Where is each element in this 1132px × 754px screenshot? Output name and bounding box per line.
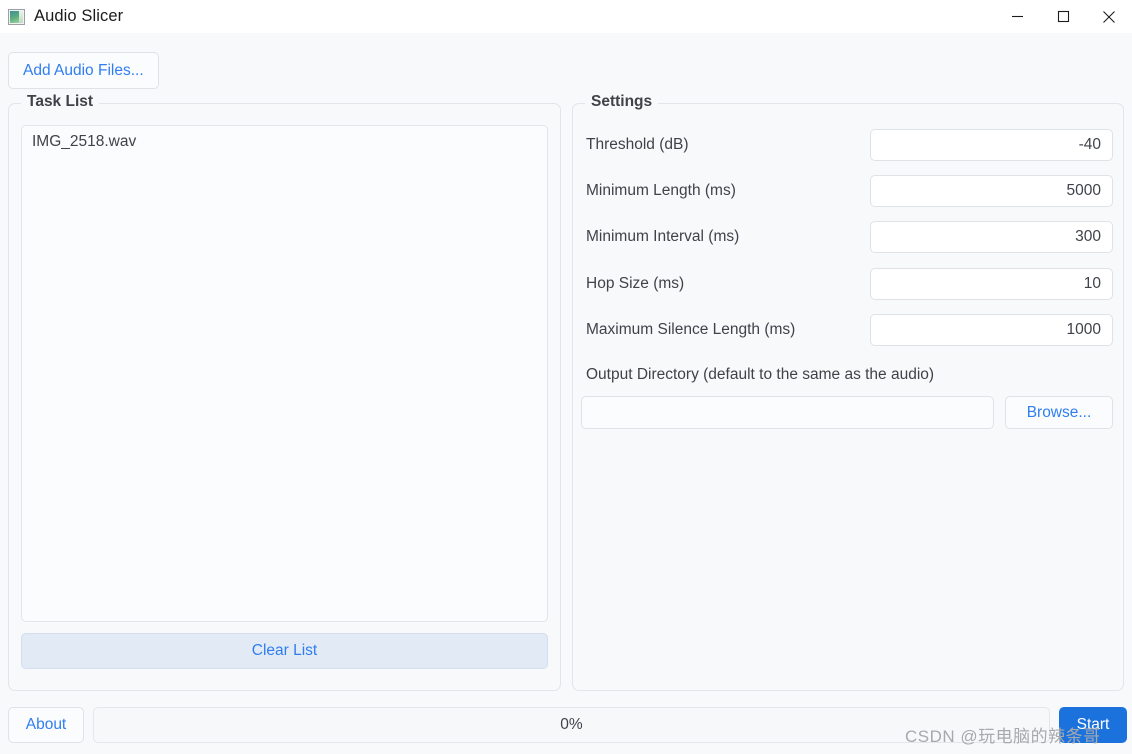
list-item[interactable]: IMG_2518.wav [22,126,547,151]
settings-group-title: Settings [585,93,659,111]
output-directory-label: Output Directory (default to the same as… [586,366,935,383]
maximum-silence-length-label: Maximum Silence Length (ms) [586,321,796,338]
window-title: Audio Slicer [34,7,124,25]
minimize-icon [1011,15,1023,18]
close-button[interactable] [1086,0,1132,33]
setting-row-hop-size: Hop Size (ms) [586,268,1113,300]
threshold-label: Threshold (dB) [586,136,689,153]
maximize-button[interactable] [1040,0,1086,33]
title-bar: Audio Slicer [0,0,1132,33]
window-controls [994,0,1132,33]
minimum-interval-label: Minimum Interval (ms) [586,228,740,245]
setting-row-minimum-interval: Minimum Interval (ms) [586,221,1113,253]
progress-bar: 0% [93,707,1050,743]
browse-button[interactable]: Browse... [1005,396,1113,429]
toolbar: Add Audio Files... [8,52,159,89]
start-button[interactable]: Start [1059,707,1127,743]
setting-row-maximum-silence-length: Maximum Silence Length (ms) [586,314,1113,346]
task-list-view[interactable]: IMG_2518.wav [21,125,548,622]
setting-row-minimum-length: Minimum Length (ms) [586,175,1113,207]
settings-group: Settings Threshold (dB) Minimum Length (… [572,93,1124,691]
audio-slicer-window: Audio Slicer Add Audio Files... Task Lis… [0,0,1132,754]
audio-slicer-app-icon [8,8,25,25]
task-list-group: Task List IMG_2518.wav Clear List [8,93,561,691]
close-icon [1103,10,1115,23]
add-audio-files-button[interactable]: Add Audio Files... [8,52,159,89]
maximize-icon [1057,10,1069,23]
hop-size-input[interactable] [870,268,1113,300]
maximum-silence-length-input[interactable] [870,314,1113,346]
clear-list-button[interactable]: Clear List [21,633,548,669]
about-button[interactable]: About [8,707,84,743]
task-list-group-title: Task List [21,93,100,111]
minimum-length-input[interactable] [870,175,1113,207]
progress-bar-text: 0% [560,716,583,733]
title-bar-left: Audio Slicer [0,0,994,33]
minimum-interval-input[interactable] [870,221,1113,253]
setting-row-threshold: Threshold (dB) [586,129,1113,161]
minimum-length-label: Minimum Length (ms) [586,182,736,199]
hop-size-label: Hop Size (ms) [586,275,685,292]
minimize-button[interactable] [994,0,1040,33]
output-directory-input[interactable] [581,396,994,429]
threshold-input[interactable] [870,129,1113,161]
